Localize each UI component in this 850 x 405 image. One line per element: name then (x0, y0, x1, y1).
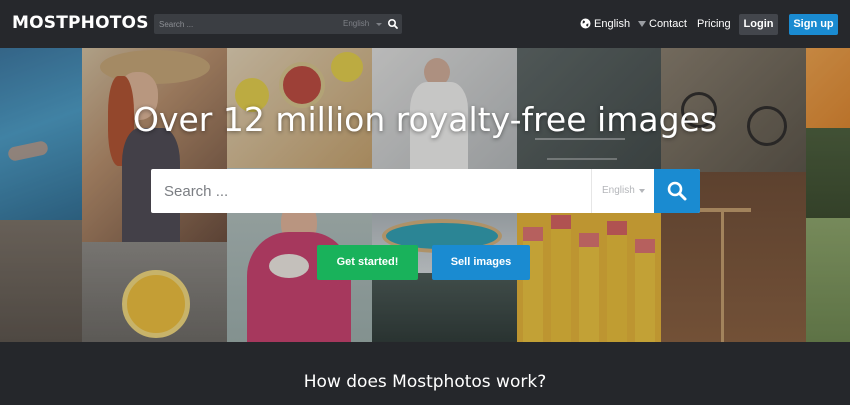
how-it-works-heading: How does Mostphotos work? (303, 372, 547, 392)
chevron-down-icon (639, 189, 645, 193)
signup-button[interactable]: Sign up (789, 14, 838, 35)
header-search-language-label: English (343, 19, 370, 28)
contact-link[interactable]: Contact (649, 16, 687, 32)
get-started-button[interactable]: Get started! (317, 245, 418, 280)
top-navigation-bar: MOSTPHOTOS English English Contact Prici… (0, 0, 850, 48)
search-icon (388, 19, 398, 29)
hero-search-bar: English (151, 169, 700, 213)
header-search-bar: English (154, 14, 402, 34)
hero-search-button[interactable] (654, 169, 700, 213)
header-search-input[interactable] (154, 14, 334, 34)
hero-search-language-label: English (602, 185, 635, 196)
hero-section: Over 12 million royalty-free images Engl… (0, 48, 850, 342)
hero-search-language-select[interactable]: English (591, 169, 654, 213)
hero-search-input[interactable] (151, 169, 591, 213)
pricing-link[interactable]: Pricing (697, 16, 731, 32)
globe-icon (580, 18, 591, 29)
header-search-button[interactable] (384, 14, 402, 34)
language-selector[interactable]: English (580, 16, 647, 32)
sell-images-button[interactable]: Sell images (432, 245, 530, 280)
caret-down-icon (638, 21, 647, 28)
header-search-language-select[interactable]: English (334, 14, 384, 34)
language-label: English (594, 18, 631, 30)
hero-title: Over 12 million royalty-free images (132, 100, 718, 139)
login-button[interactable]: Login (739, 14, 778, 35)
chevron-down-icon (376, 23, 382, 26)
mostphotos-logo[interactable]: MOSTPHOTOS (12, 13, 149, 33)
search-icon (667, 181, 687, 201)
